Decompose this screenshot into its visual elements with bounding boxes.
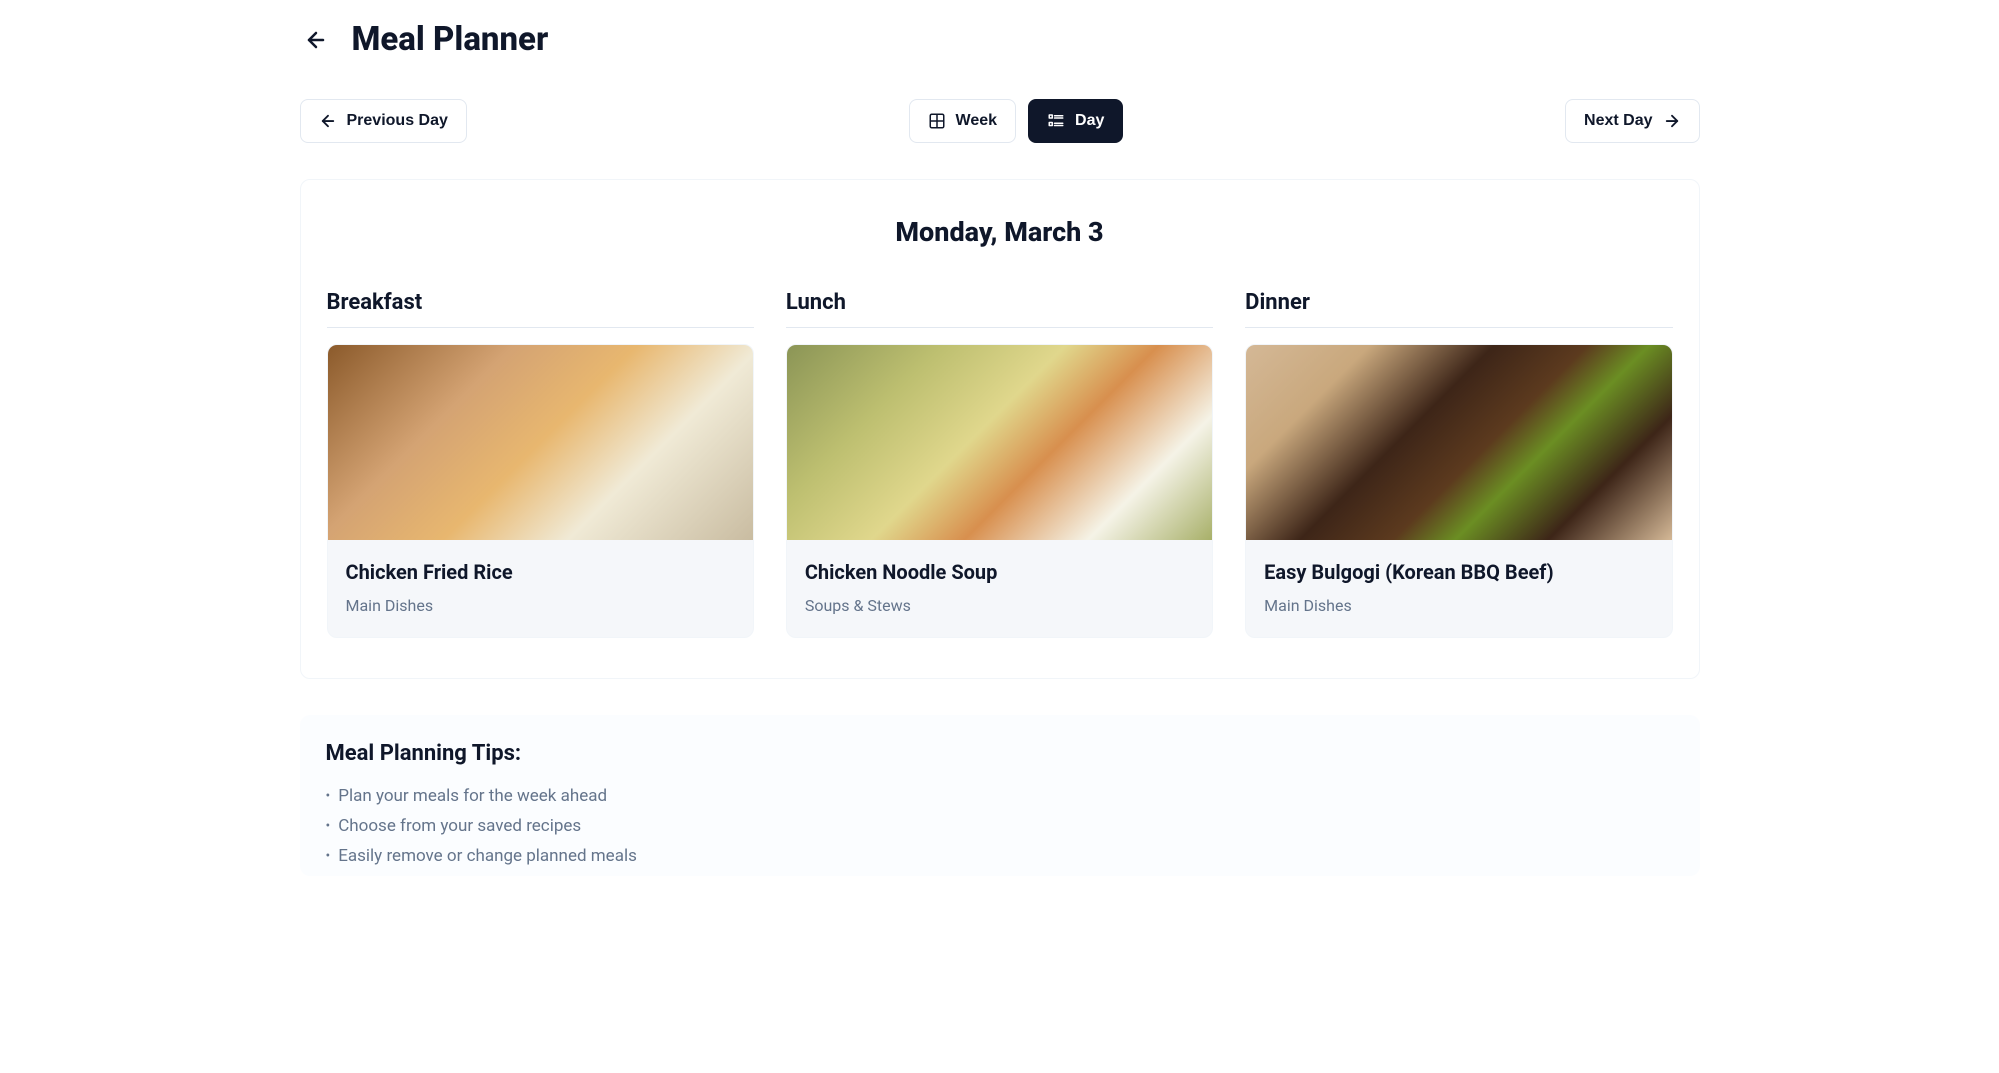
tip-text: Easily remove or change planned meals	[338, 846, 637, 866]
day-view-button[interactable]: Day	[1028, 99, 1123, 143]
meal-image	[787, 345, 1212, 540]
bullet-icon: •	[326, 848, 331, 864]
meal-image	[328, 345, 753, 540]
arrow-left-icon	[304, 28, 328, 52]
meals-grid: Breakfast Chicken Fried Rice Main Dishes…	[327, 290, 1673, 638]
bullet-icon: •	[326, 788, 331, 804]
day-panel: Monday, March 3 Breakfast Chicken Fried …	[300, 179, 1700, 679]
meal-info: Chicken Fried Rice Main Dishes	[328, 540, 753, 637]
meal-card[interactable]: Chicken Fried Rice Main Dishes	[327, 344, 754, 638]
meal-image	[1246, 345, 1671, 540]
bullet-icon: •	[326, 818, 331, 834]
meal-section-dinner: Dinner Easy Bulgogi (Korean BBQ Beef) Ma…	[1245, 290, 1672, 638]
meal-category: Soups & Stews	[805, 596, 1194, 615]
grid-icon	[928, 112, 946, 130]
view-toggle: Week Day	[909, 99, 1124, 143]
arrow-right-icon	[1663, 112, 1681, 130]
next-day-button[interactable]: Next Day	[1565, 99, 1699, 143]
arrow-left-icon	[319, 112, 337, 130]
next-day-label: Next Day	[1584, 112, 1652, 130]
day-date: Monday, March 3	[327, 216, 1673, 248]
week-view-button[interactable]: Week	[909, 99, 1017, 143]
list-icon	[1047, 112, 1065, 130]
tip-item: • Plan your meals for the week ahead	[326, 786, 1674, 806]
meal-name: Chicken Fried Rice	[346, 560, 735, 584]
meal-name: Easy Bulgogi (Korean BBQ Beef)	[1264, 560, 1653, 584]
tip-item: • Choose from your saved recipes	[326, 816, 1674, 836]
meal-slot-title: Lunch	[786, 290, 1213, 328]
meal-card[interactable]: Easy Bulgogi (Korean BBQ Beef) Main Dish…	[1245, 344, 1672, 638]
meal-section-lunch: Lunch Chicken Noodle Soup Soups & Stews	[786, 290, 1213, 638]
meal-category: Main Dishes	[346, 596, 735, 615]
meal-slot-title: Dinner	[1245, 290, 1672, 328]
day-view-label: Day	[1075, 112, 1104, 130]
tips-title: Meal Planning Tips:	[326, 741, 1674, 766]
meal-section-breakfast: Breakfast Chicken Fried Rice Main Dishes	[327, 290, 754, 638]
tip-text: Plan your meals for the week ahead	[338, 786, 607, 806]
tips-panel: Meal Planning Tips: • Plan your meals fo…	[300, 715, 1700, 876]
meal-card[interactable]: Chicken Noodle Soup Soups & Stews	[786, 344, 1213, 638]
nav-bar: Previous Day Week	[300, 99, 1700, 143]
tips-list: • Plan your meals for the week ahead • C…	[326, 786, 1674, 866]
previous-day-label: Previous Day	[347, 112, 448, 130]
tip-item: • Easily remove or change planned meals	[326, 846, 1674, 866]
meal-name: Chicken Noodle Soup	[805, 560, 1194, 584]
week-view-label: Week	[956, 112, 998, 130]
tip-text: Choose from your saved recipes	[338, 816, 581, 836]
meal-slot-title: Breakfast	[327, 290, 754, 328]
meal-info: Easy Bulgogi (Korean BBQ Beef) Main Dish…	[1246, 540, 1671, 637]
page-title: Meal Planner	[352, 20, 549, 59]
previous-day-button[interactable]: Previous Day	[300, 99, 467, 143]
back-button[interactable]	[300, 24, 332, 56]
meal-category: Main Dishes	[1264, 596, 1653, 615]
meal-info: Chicken Noodle Soup Soups & Stews	[787, 540, 1212, 637]
